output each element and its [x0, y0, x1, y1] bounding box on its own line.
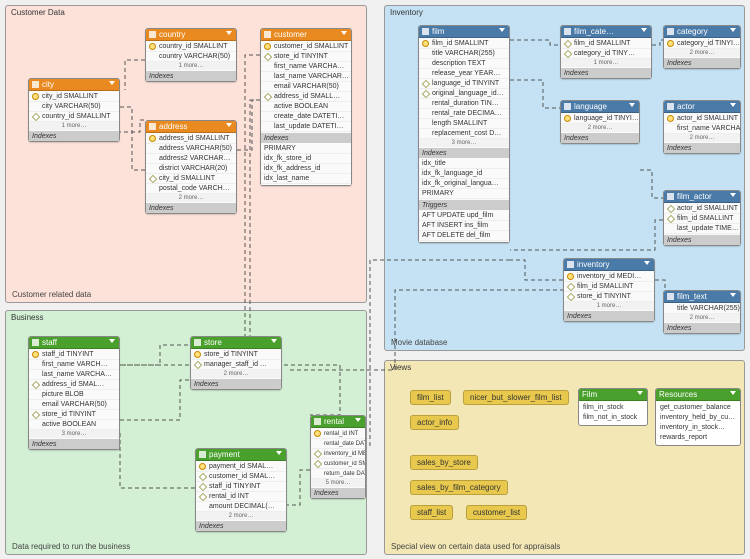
- table-film[interactable]: film film_id SMALLINT title VARCHAR(255)…: [418, 25, 510, 243]
- group-caption-business: Data required to run the business: [12, 542, 130, 551]
- view-pill-sales-cat[interactable]: sales_by_film_category: [410, 480, 508, 495]
- group-caption-views: Special view on certain data used for ap…: [391, 542, 560, 551]
- group-label-customer: Customer Data: [11, 8, 65, 17]
- table-city[interactable]: city city_id SMALLINT city VARCHAR(50) c…: [28, 78, 120, 142]
- group-label-inventory: Inventory: [390, 8, 423, 17]
- table-rental[interactable]: rental rental_id INT rental_date DATE… i…: [310, 415, 366, 499]
- table-language[interactable]: language language_id TINYI… 2 more… Inde…: [560, 100, 640, 144]
- view-pill-nicer[interactable]: nicer_but_slower_film_list: [463, 390, 569, 405]
- table-customer[interactable]: customer customer_id SMALLINT store_id T…: [260, 28, 352, 186]
- view-pill-staff-list[interactable]: staff_list: [410, 505, 453, 520]
- section-indexes: Indexes: [146, 71, 236, 81]
- table-film-actor[interactable]: film_actor actor_id SMALLINT film_id SMA…: [663, 190, 741, 246]
- table-icon: [149, 31, 156, 38]
- tbl-title-country: country: [159, 30, 185, 39]
- table-address[interactable]: address address_id SMALLINT address VARC…: [145, 120, 237, 214]
- group-caption-inventory: Movie database: [391, 338, 447, 347]
- view-pill-actor-info[interactable]: actor_info: [410, 415, 459, 430]
- group-label-business: Business: [11, 313, 43, 322]
- table-store[interactable]: store store_id TINYINT manager_staff_id …: [190, 336, 282, 390]
- view-pill-sales-store[interactable]: sales_by_store: [410, 455, 478, 470]
- group-label-views: Views: [390, 363, 411, 372]
- table-film-text[interactable]: film_text title VARCHAR(255) 2 more… Ind…: [663, 290, 741, 334]
- routine-box-film[interactable]: Film film_in_stock film_not_in_stock: [578, 388, 648, 426]
- table-actor[interactable]: actor actor_id SMALLINT first_name VARCH…: [663, 100, 741, 154]
- table-staff[interactable]: staff staff_id TINYINT first_name VARCH……: [28, 336, 120, 450]
- group-caption-customer: Customer related data: [12, 290, 91, 299]
- routine-box-resources[interactable]: Resources get_customer_balance inventory…: [655, 388, 741, 446]
- table-payment[interactable]: payment payment_id SMAL… customer_id SMA…: [195, 448, 287, 532]
- table-country[interactable]: country country_id SMALLINT country VARC…: [145, 28, 237, 82]
- table-inventory[interactable]: inventory inventory_id MEDI… film_id SMA…: [563, 258, 655, 322]
- view-pill-customer-list[interactable]: customer_list: [466, 505, 527, 520]
- chevron-down-icon: [226, 31, 232, 35]
- table-film-category[interactable]: film_cate… film_id SMALLINT category_id …: [560, 25, 652, 79]
- table-category[interactable]: category category_id TINYI… 2 more… Inde…: [663, 25, 741, 69]
- view-pill-film-list[interactable]: film_list: [410, 390, 451, 405]
